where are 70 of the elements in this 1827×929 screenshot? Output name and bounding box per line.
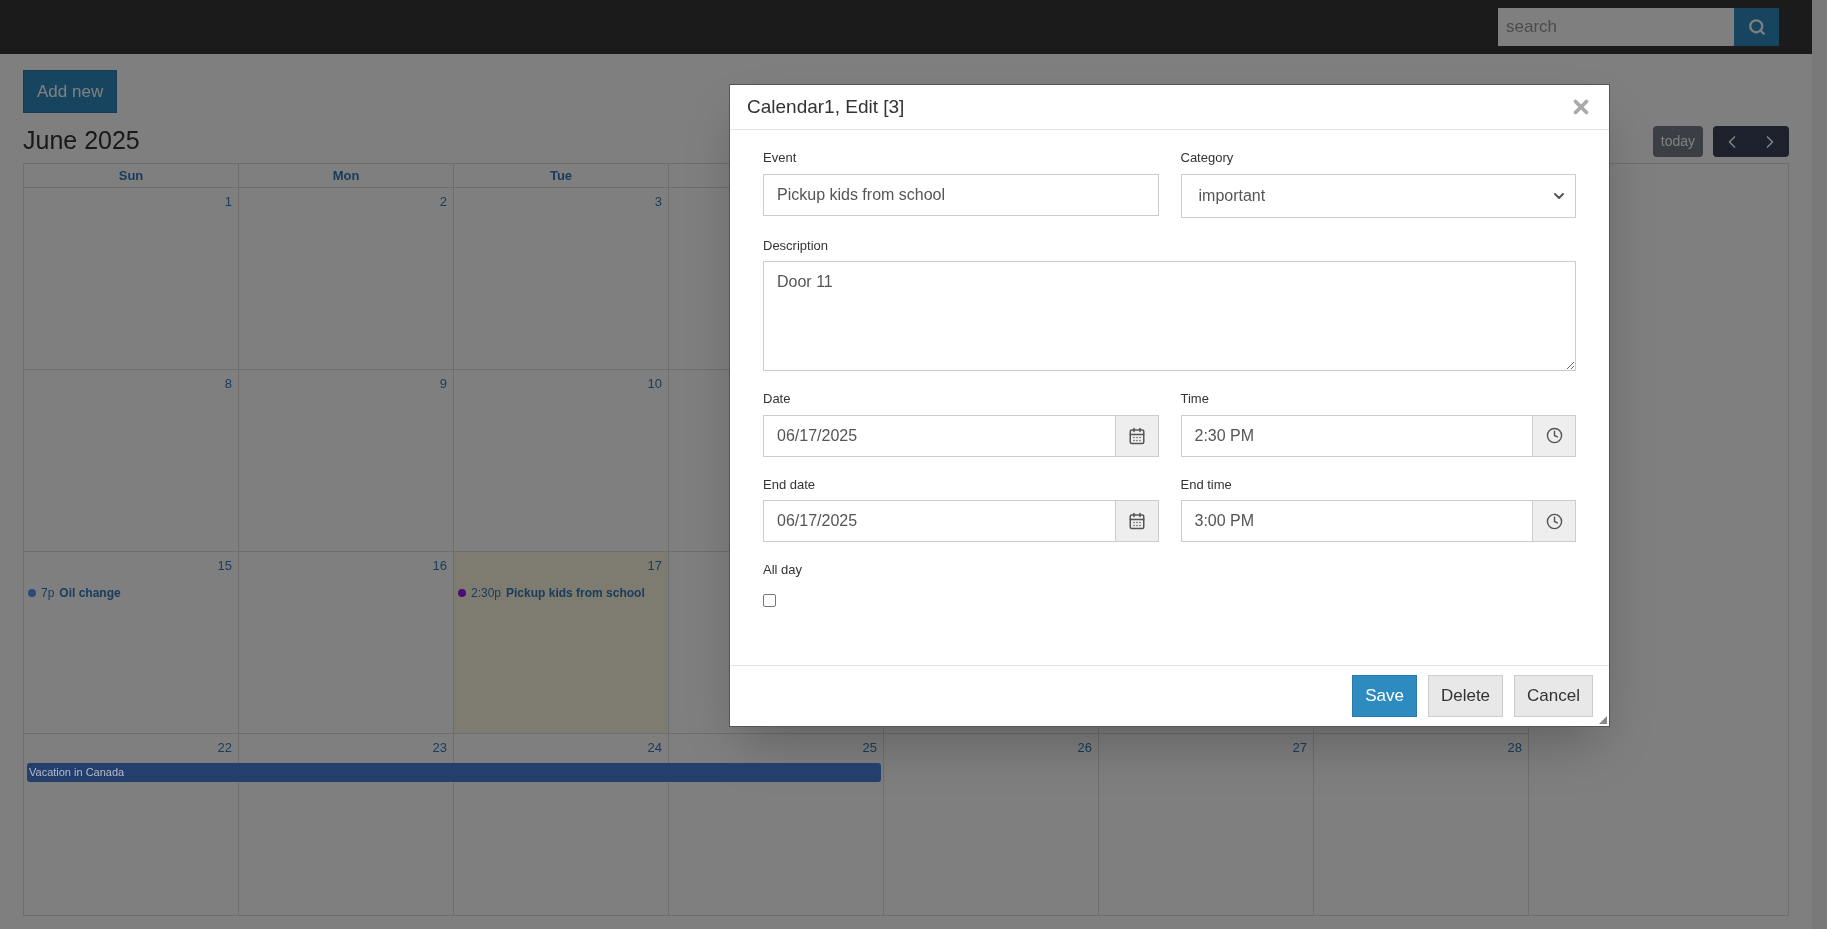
input-field[interactable]: Pickup kids from school [763,173,1159,216]
clock-addon[interactable] [1532,414,1576,457]
category-select[interactable]: important [1180,173,1576,218]
day-number: 8 [224,375,233,393]
event-time: 2:30p [471,584,502,602]
event-title[interactable]: Oil change [59,583,121,602]
weekday-header: Mon [332,166,360,185]
field-label: Date [763,390,792,408]
day-cell[interactable]: 17 2:30p Pickup kids from school [454,551,669,733]
day-cell[interactable]: 28 [1314,733,1529,915]
day-cell[interactable]: 16 [239,551,454,733]
search-button[interactable] [1734,8,1779,46]
input-field[interactable]: 06/17/2025 [763,414,1115,457]
clock-icon [1545,512,1563,530]
today-button[interactable]: today [1652,126,1703,157]
weekday-header: Sun [118,166,144,185]
calendar-icon [1127,512,1146,530]
day-number: 9 [439,375,448,393]
weekday-header: Tue [549,166,573,185]
day-number: 28 [1507,739,1523,757]
calendar-addon[interactable] [1114,414,1159,457]
day-number: 15 [217,557,233,575]
day-number: 10 [647,375,663,393]
calendar-addon[interactable] [1114,500,1159,542]
day-cell[interactable]: 15 7p Oil change [24,551,239,733]
day-number: 3 [654,193,663,211]
description-field[interactable]: Door 11 [763,261,1576,371]
calendar-icon [1127,426,1146,445]
dialog-button[interactable]: Delete [1427,675,1504,717]
dialog-button[interactable]: Save [1352,675,1417,717]
day-number: 26 [1077,739,1093,757]
day-number: 2 [439,193,448,211]
month-title: June 2025 [23,125,140,156]
clock-addon[interactable] [1532,500,1576,542]
day-cell[interactable]: 8 [24,369,239,551]
field-label: End time [1180,475,1233,494]
day-number: 16 [432,557,448,575]
dialog-button[interactable]: Cancel [1514,675,1593,717]
day-number: 24 [647,739,663,757]
resize-grip-icon[interactable] [1599,716,1607,724]
all-day-event[interactable]: Vacation in Canada [27,763,881,782]
input-field[interactable]: 06/17/2025 [763,500,1115,542]
field-label: Category [1180,149,1235,167]
day-number: 17 [647,557,663,575]
field-label: Description [763,236,830,255]
field-label: All day [763,561,804,579]
day-cell[interactable]: 2 [239,187,454,369]
field-label: Event [763,149,798,167]
clock-icon [1545,427,1563,444]
field-label: End date [763,475,817,494]
day-number: 23 [432,739,448,757]
event-time: 7p [41,584,55,602]
day-cell[interactable]: 9 [239,369,454,551]
day-cell[interactable]: 1 [24,187,239,369]
day-cell[interactable]: 27 [1099,733,1314,915]
add-new-button[interactable]: Add new [23,70,118,113]
day-number: 27 [1292,739,1308,757]
event-title[interactable]: Pickup kids from school [506,583,645,602]
input-field[interactable]: 2:30 PM [1180,414,1532,457]
search-icon [1747,18,1766,36]
day-cell[interactable]: 3 [454,187,669,369]
day-number: 25 [862,739,878,757]
dialog-title: Calendar1, Edit [3] [747,94,905,119]
day-cell[interactable]: 10 [454,369,669,551]
day-cell[interactable]: 26 [884,733,1099,915]
all-day-checkbox[interactable] [763,593,776,607]
day-number: 1 [224,193,233,211]
day-number: 22 [217,739,233,757]
field-label: Time [1180,390,1210,408]
input-field[interactable]: 3:00 PM [1180,500,1532,542]
